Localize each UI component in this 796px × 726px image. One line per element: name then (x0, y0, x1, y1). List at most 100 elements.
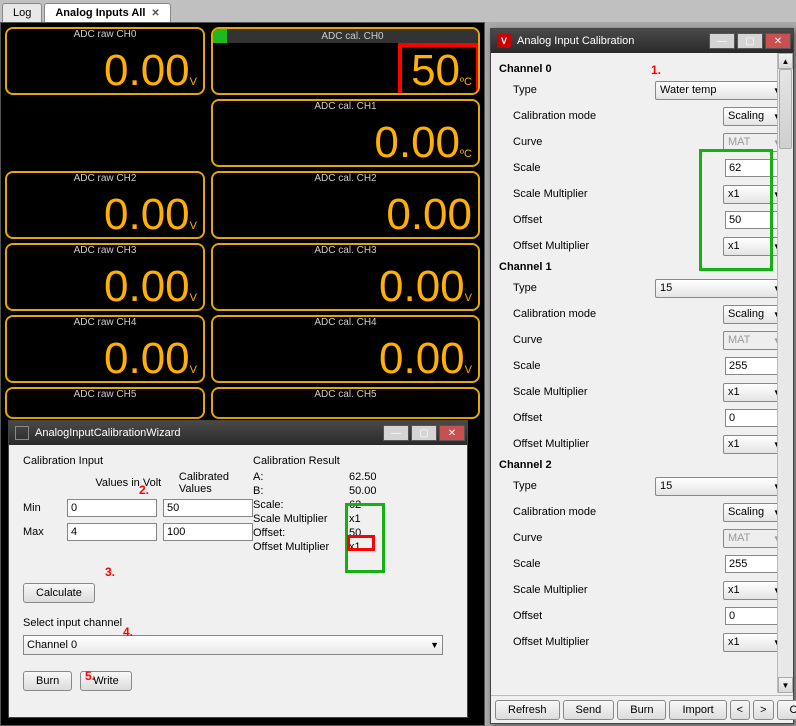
curve-label: Curve (499, 334, 629, 346)
scalemult-label: Scale Multiplier (499, 584, 629, 596)
burn-button[interactable]: Burn (23, 671, 72, 691)
sidebar-title: Analog Input Calibration (517, 35, 634, 47)
calibmode-label: Calibration mode (499, 506, 629, 518)
import-button[interactable]: Import (669, 700, 726, 720)
close-button[interactable]: ✕ (765, 33, 791, 49)
offsetmult-label: Offset Multiplier (499, 240, 629, 252)
close-button[interactable]: ✕ (439, 425, 465, 441)
close-button[interactable]: Close (777, 700, 796, 720)
channel-0-head: Channel 0 (499, 63, 785, 75)
status-indicator (213, 29, 227, 43)
burn-button[interactable]: Burn (617, 700, 666, 720)
scroll-down-button[interactable]: ▼ (778, 677, 793, 693)
b-label: B: (253, 485, 349, 497)
scalemult-label: Scale Multiplier (499, 386, 629, 398)
ch1-scale-input[interactable] (725, 357, 785, 375)
a-label: A: (253, 471, 349, 483)
scrollbar[interactable]: ▲ ▼ (777, 53, 793, 693)
ch2-type-select[interactable]: 15▾ (655, 477, 785, 496)
calibmode-label: Calibration mode (499, 308, 629, 320)
wizard-title: AnalogInputCalibrationWizard (35, 427, 181, 439)
app-icon (15, 426, 29, 440)
ch1-type-select[interactable]: 15▾ (655, 279, 785, 298)
ch2-scalemult-select[interactable]: x1▾ (723, 581, 785, 600)
ch1-calibmode-select[interactable]: Scaling▾ (723, 305, 785, 324)
curve-label: Curve (499, 136, 629, 148)
gauge-cal-ch4: ADC cal. CH4 0.00V (211, 315, 480, 383)
minimize-button[interactable]: — (709, 33, 735, 49)
tab-bar: Log Analog Inputs All✕ (0, 0, 796, 22)
offset-label: Offset: (253, 527, 349, 539)
ch2-scale-input[interactable] (725, 555, 785, 573)
min-cal-input[interactable] (163, 499, 253, 517)
annotation-4: 4. (123, 625, 133, 639)
gauge-raw-ch2: ADC raw CH2 0.00V (5, 171, 205, 239)
scale-label: Scale (499, 558, 629, 570)
scalemult-label: Scale Multiplier (253, 513, 349, 525)
max-volt-input[interactable] (67, 523, 157, 541)
channel-select[interactable]: Channel 0▼ (23, 635, 443, 655)
calib-result-label: Calibration Result (253, 455, 453, 467)
ch1-offset-input[interactable] (725, 409, 785, 427)
annotation-2: 2. (139, 483, 149, 497)
offset-label: Offset (499, 214, 629, 226)
highlight-green (699, 149, 773, 271)
sidebar-bottom-bar: Refresh Send Burn Import < > Close (491, 695, 793, 723)
ch2-curve-select: MAT▾ (723, 529, 785, 548)
minimize-button[interactable]: — (383, 425, 409, 441)
scalemult-label: Scale Multiplier (499, 188, 629, 200)
ch1-offsetmult-select[interactable]: x1▾ (723, 435, 785, 454)
annotation-3: 3. (105, 565, 115, 579)
min-label: Min (23, 502, 67, 514)
values-volt-header: Values in Volt (95, 477, 173, 489)
ch2-offsetmult-select[interactable]: x1▾ (723, 633, 785, 652)
calibmode-label: Calibration mode (499, 110, 629, 122)
gauge-raw-ch5: ADC raw CH5 (5, 387, 205, 419)
ch2-calibmode-select[interactable]: Scaling▾ (723, 503, 785, 522)
gauge-raw-ch3: ADC raw CH3 0.00V (5, 243, 205, 311)
scale-label: Scale: (253, 499, 349, 511)
b-value: 50.00 (349, 485, 377, 497)
gauge-cal-ch3: ADC cal. CH3 0.00V (211, 243, 480, 311)
gauge-cal-ch5: ADC cal. CH5 (211, 387, 480, 419)
send-button[interactable]: Send (563, 700, 615, 720)
app-icon: V (497, 34, 511, 48)
offset-label: Offset (499, 610, 629, 622)
annotation-5: 5. (85, 669, 95, 683)
gauge-cal-ch0: ADC cal. CH0 50ºC (211, 27, 480, 95)
min-volt-input[interactable] (67, 499, 157, 517)
ch0-calibmode-select[interactable]: Scaling▾ (723, 107, 785, 126)
ch1-scalemult-select[interactable]: x1▾ (723, 383, 785, 402)
maximize-button[interactable]: ▢ (737, 33, 763, 49)
refresh-button[interactable]: Refresh (495, 700, 560, 720)
calibration-wizard-window: AnalogInputCalibrationWizard — ▢ ✕ Calib… (8, 420, 468, 718)
tab-analog-inputs[interactable]: Analog Inputs All✕ (44, 3, 170, 22)
next-button[interactable]: > (753, 700, 773, 720)
calib-input-label: Calibration Input (23, 455, 253, 467)
calibrated-values-header: Calibrated Values (179, 471, 253, 495)
gauge-raw-ch4: ADC raw CH4 0.00V (5, 315, 205, 383)
calibration-sidebar: V Analog Input Calibration — ▢ ✕ 1. Chan… (490, 28, 794, 724)
gauge-cal-ch1: ADC cal. CH1 0.00ºC (211, 99, 480, 167)
offsetmult-label: Offset Multiplier (253, 541, 349, 553)
gauge-cal-ch2: ADC cal. CH2 0.00 (211, 171, 480, 239)
maximize-button[interactable]: ▢ (411, 425, 437, 441)
offsetmult-label: Offset Multiplier (499, 438, 629, 450)
scroll-thumb[interactable] (779, 69, 792, 149)
offsetmult-label: Offset Multiplier (499, 636, 629, 648)
ch1-curve-select: MAT▾ (723, 331, 785, 350)
sidebar-titlebar[interactable]: V Analog Input Calibration — ▢ ✕ (491, 29, 793, 53)
close-icon[interactable]: ✕ (151, 8, 159, 19)
type-label: Type (499, 282, 629, 294)
annotation-1: 1. (651, 63, 661, 77)
wizard-titlebar[interactable]: AnalogInputCalibrationWizard — ▢ ✕ (9, 421, 467, 445)
curve-label: Curve (499, 532, 629, 544)
highlight-box (398, 43, 480, 95)
tab-log[interactable]: Log (2, 3, 42, 22)
ch0-type-select[interactable]: Water temp▾ (655, 81, 785, 100)
scroll-up-button[interactable]: ▲ (778, 53, 793, 69)
prev-button[interactable]: < (730, 700, 750, 720)
calculate-button[interactable]: Calculate (23, 583, 95, 603)
ch2-offset-input[interactable] (725, 607, 785, 625)
max-cal-input[interactable] (163, 523, 253, 541)
